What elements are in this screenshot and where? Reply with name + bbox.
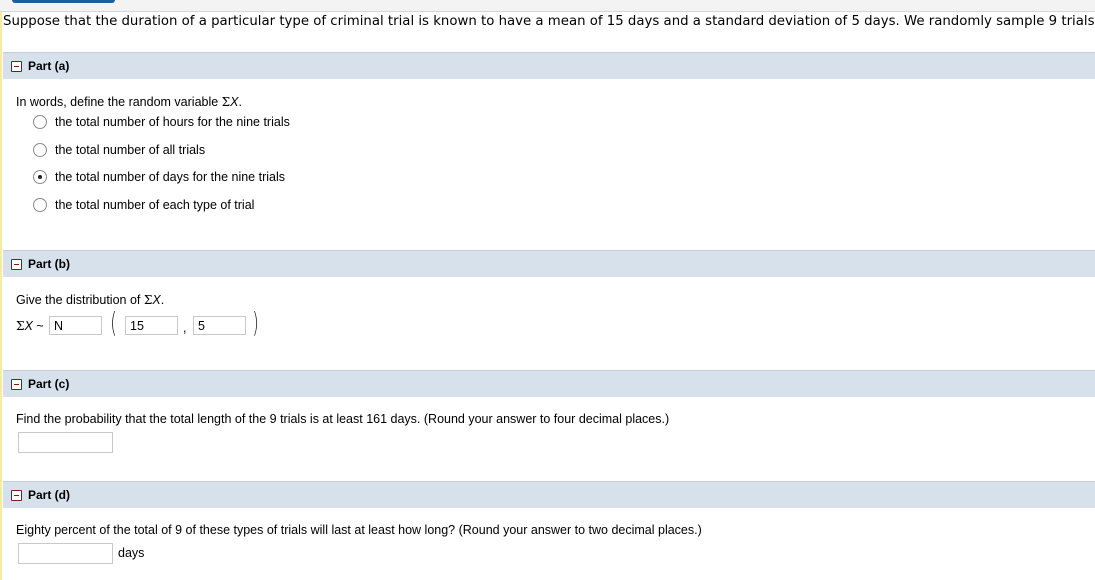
part-b-question: Give the distribution of ΣX. xyxy=(16,293,164,307)
collapse-icon[interactable] xyxy=(11,378,22,390)
question-suffix: . xyxy=(160,293,165,307)
variable-x: X xyxy=(152,293,161,307)
sigma-symbol: Σ xyxy=(221,95,231,109)
distribution-label: ΣX ~ xyxy=(16,319,44,333)
radio-button[interactable] xyxy=(33,198,47,212)
collapse-icon[interactable] xyxy=(11,489,22,501)
mean-input[interactable]: 15 xyxy=(125,316,178,335)
radio-button-selected[interactable] xyxy=(33,170,47,184)
collapse-icon[interactable] xyxy=(11,258,22,270)
question-text: In words, define the random variable xyxy=(16,95,222,109)
part-d-question: Eighty percent of the total of 9 of thes… xyxy=(16,523,702,537)
part-d-header[interactable]: Part (d) xyxy=(3,481,1095,508)
top-toolbar-strip xyxy=(0,0,1095,12)
option-label: the total number of hours for the nine t… xyxy=(55,115,290,129)
part-a-question: In words, define the random variable ΣX. xyxy=(16,95,242,109)
option-all-trials[interactable]: the total number of all trials xyxy=(33,143,205,157)
part-c-question: Find the probability that the total leng… xyxy=(16,412,670,426)
distribution-type-input[interactable]: N xyxy=(49,316,102,335)
option-label: the total number of all trials xyxy=(55,143,206,157)
question-text: Give the distribution of xyxy=(16,293,144,307)
part-a-title: Part (a) xyxy=(28,59,70,73)
radio-button[interactable] xyxy=(33,115,47,129)
option-label: the total number of each type of trial xyxy=(55,198,255,212)
option-each-type[interactable]: the total number of each type of trial xyxy=(33,198,254,212)
tilde-symbol: ~ xyxy=(36,319,44,333)
question-left-border xyxy=(0,12,2,580)
probability-answer-input[interactable] xyxy=(18,432,113,453)
close-parenthesis: ) xyxy=(252,306,259,339)
option-days[interactable]: the total number of days for the nine tr… xyxy=(33,170,285,184)
part-c-header[interactable]: Part (c) xyxy=(3,370,1095,397)
days-unit-label: days xyxy=(118,546,145,560)
problem-statement: Suppose that the duration of a particula… xyxy=(3,14,1095,29)
collapse-icon[interactable] xyxy=(11,60,22,72)
days-answer-input[interactable] xyxy=(18,543,113,564)
question-suffix: . xyxy=(238,95,242,109)
sd-input[interactable]: 5 xyxy=(193,316,246,335)
comma: , xyxy=(183,321,187,335)
part-d-title: Part (d) xyxy=(28,488,70,502)
part-a-header[interactable]: Part (a) xyxy=(3,52,1095,79)
part-c-title: Part (c) xyxy=(28,377,70,391)
option-hours[interactable]: the total number of hours for the nine t… xyxy=(33,115,290,129)
open-parenthesis: ( xyxy=(110,306,117,339)
top-button-edge[interactable] xyxy=(12,0,115,3)
option-label: the total number of days for the nine tr… xyxy=(55,170,285,184)
radio-button[interactable] xyxy=(33,143,47,157)
variable-x: X xyxy=(230,95,239,109)
part-b-header[interactable]: Part (b) xyxy=(3,250,1095,277)
variable-x: X xyxy=(24,319,33,333)
part-b-title: Part (b) xyxy=(28,257,70,271)
